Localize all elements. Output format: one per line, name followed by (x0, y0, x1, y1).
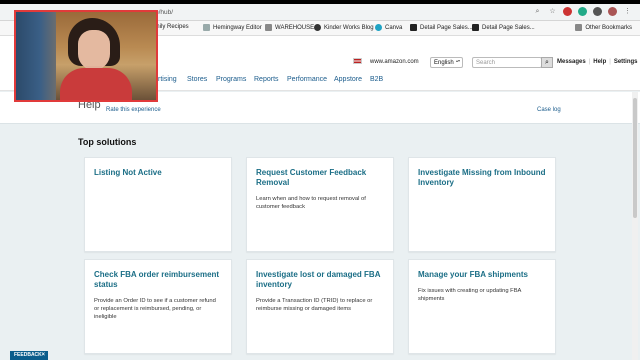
site-domain[interactable]: www.amazon.com (370, 59, 419, 65)
rate-experience-link[interactable]: Rate this experience (106, 107, 161, 113)
extension-icon[interactable] (563, 7, 572, 16)
star-icon[interactable]: ☆ (548, 7, 557, 16)
solution-card[interactable]: Request Customer Feedback Removal Learn … (246, 157, 394, 252)
bookmark-item[interactable]: Detail Page Sales... (410, 24, 473, 31)
profile-avatar[interactable] (608, 7, 617, 16)
search-icon[interactable]: ⌕ (533, 7, 542, 16)
webcam-overlay (14, 10, 158, 102)
card-title[interactable]: Check FBA order reimbursement status (94, 270, 222, 290)
settings-link[interactable]: Settings (614, 59, 638, 65)
card-title[interactable]: Investigate Missing from Inbound Invento… (418, 168, 546, 188)
nav-appstore[interactable]: Appstore (334, 76, 362, 83)
bookmark-icon (203, 24, 210, 31)
bookmark-item[interactable]: Detail Page Sales... (472, 24, 535, 31)
webcam-person-body (60, 68, 132, 100)
bookmark-item[interactable]: Canva (375, 24, 402, 31)
search-icon: ⌕ (545, 59, 549, 66)
bookmark-item[interactable]: Hemingway Editor (203, 24, 262, 31)
nav-advertising[interactable]: rtising (158, 76, 177, 83)
bookmark-item[interactable]: WAREHOUSE (265, 24, 314, 31)
solution-card[interactable]: Investigate lost or damaged FBA inventor… (246, 259, 394, 354)
solution-card[interactable]: Check FBA order reimbursement status Pro… (84, 259, 232, 354)
nav-b2b[interactable]: B2B (370, 76, 383, 83)
card-title[interactable]: Investigate lost or damaged FBA inventor… (256, 270, 384, 290)
card-description: Fix issues with creating or updating FBA… (418, 288, 522, 302)
close-icon[interactable]: × (41, 351, 45, 360)
address-bar-icons: ⌕ ☆ ⋮ (533, 7, 632, 16)
search-button[interactable]: ⌕ (541, 57, 553, 68)
case-log-link[interactable]: Case log (537, 107, 561, 113)
solution-card[interactable]: Manage your FBA shipments Fix issues wit… (408, 259, 556, 354)
search-input[interactable]: Search (472, 57, 542, 68)
nav-reports[interactable]: Reports (254, 76, 279, 83)
globe-icon (314, 24, 321, 31)
folder-icon (575, 24, 583, 31)
header-links: Messages | Help | Settings (557, 59, 638, 65)
us-flag-icon[interactable] (353, 58, 362, 64)
webcam-person-face (78, 30, 110, 70)
card-title[interactable]: Manage your FBA shipments (418, 270, 546, 280)
extension-icon[interactable] (578, 7, 587, 16)
card-title[interactable]: Request Customer Feedback Removal (256, 168, 384, 188)
language-select[interactable]: English (430, 57, 463, 68)
link-separator: | (588, 59, 591, 65)
webcam-background (16, 12, 56, 100)
card-title[interactable]: Listing Not Active (94, 168, 222, 178)
scrollbar[interactable] (632, 92, 638, 360)
card-description: Provide an Order ID to see if a customer… (94, 298, 216, 320)
scrollbar-thumb[interactable] (633, 98, 637, 218)
amazon-icon (472, 24, 479, 31)
card-description: Provide a Transaction ID (TRID) to repla… (256, 298, 373, 312)
nav-stores[interactable]: Stores (187, 76, 207, 83)
folder-icon (265, 24, 272, 31)
nav-programs[interactable]: Programs (216, 76, 246, 83)
menu-icon[interactable]: ⋮ (623, 7, 632, 16)
solution-card[interactable]: Investigate Missing from Inbound Invento… (408, 157, 556, 252)
messages-link[interactable]: Messages (557, 59, 586, 65)
card-description: Learn when and how to request removal of… (256, 196, 366, 210)
solution-card[interactable]: Listing Not Active (84, 157, 232, 252)
help-link[interactable]: Help (593, 59, 606, 65)
amazon-icon (410, 24, 417, 31)
canva-icon (375, 24, 382, 31)
other-bookmarks[interactable]: Other Bookmarks (575, 24, 632, 31)
nav-performance[interactable]: Performance (287, 76, 327, 83)
section-title: Top solutions (78, 137, 137, 147)
extension-icon[interactable] (593, 7, 602, 16)
link-separator: | (609, 59, 611, 65)
feedback-button[interactable]: FEEDBACK × (10, 351, 48, 360)
bookmark-item[interactable]: Kinder Works Blog (314, 24, 374, 31)
